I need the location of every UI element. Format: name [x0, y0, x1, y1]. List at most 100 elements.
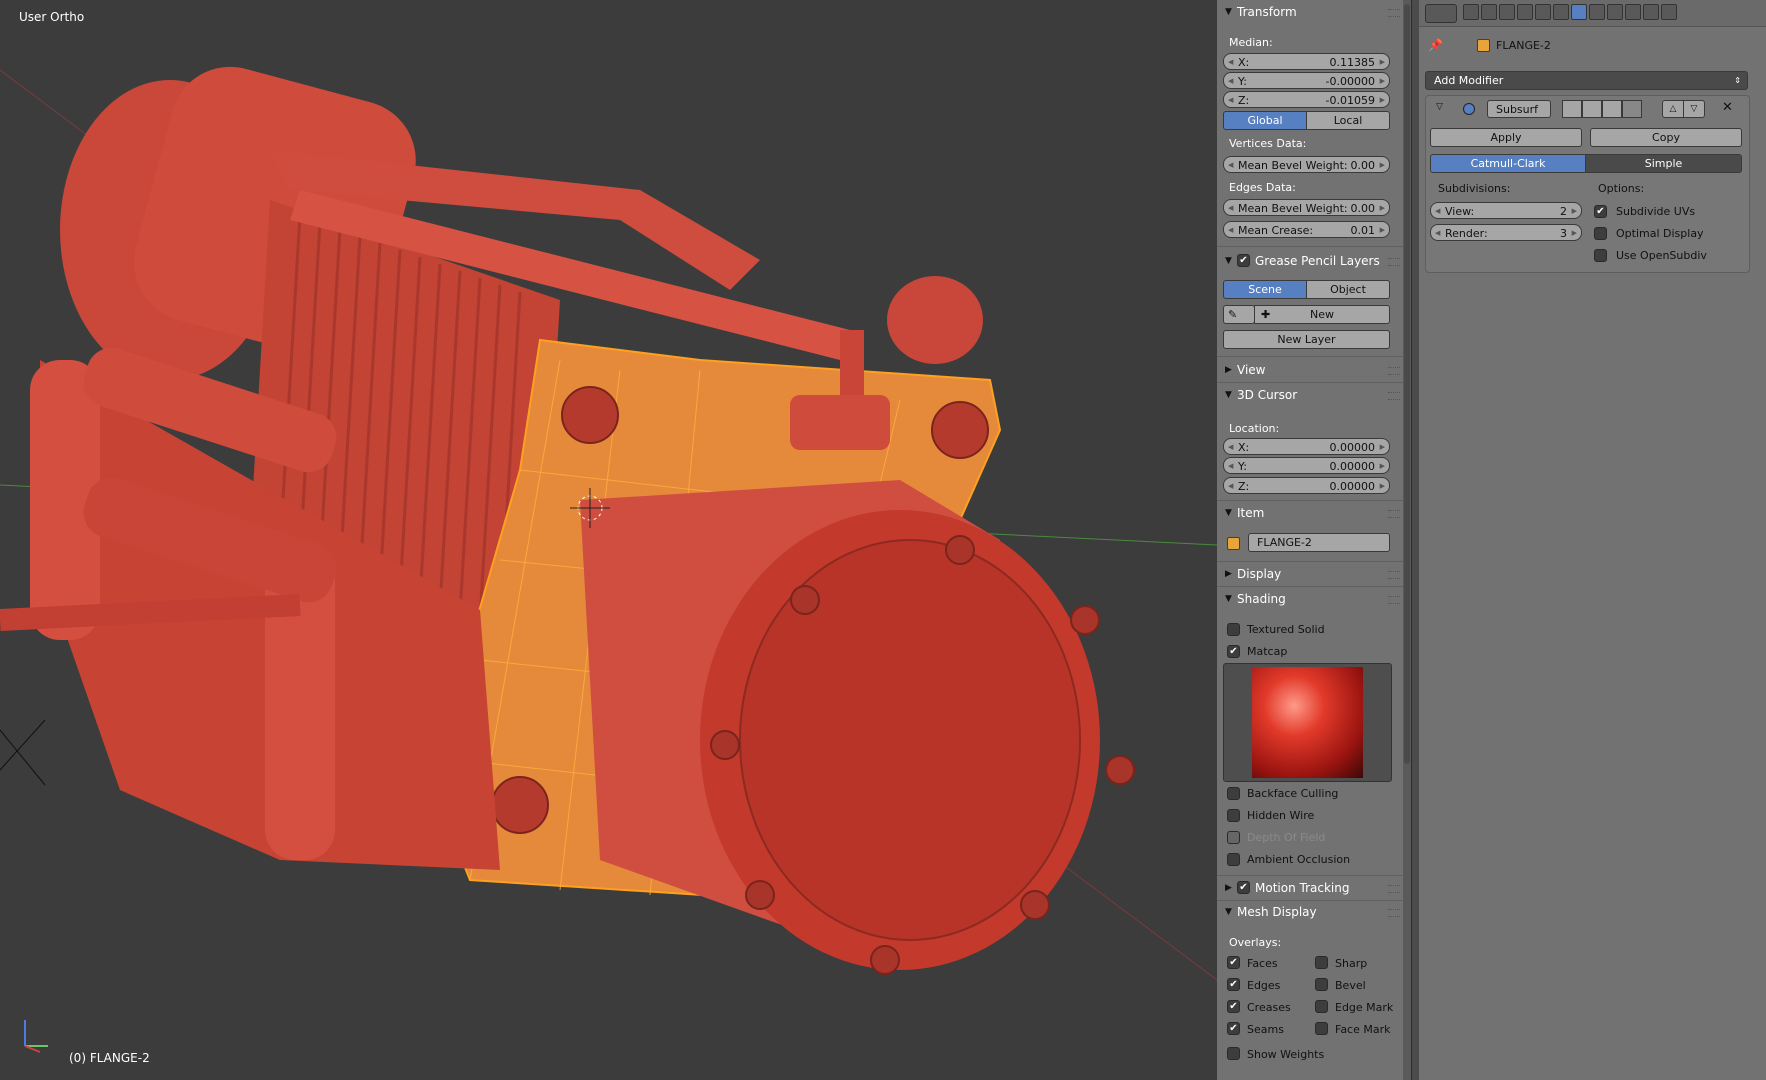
cursor-z-field[interactable]: ◀ Z: 0.00000 ▶ — [1223, 477, 1390, 494]
local-toggle-button[interactable]: Local — [1306, 111, 1390, 130]
decrement-arrow-icon[interactable]: ◀ — [1228, 439, 1233, 456]
global-toggle-button[interactable]: Global — [1223, 111, 1307, 130]
motion-tracking-panel-header[interactable]: ▶ ✔ Motion Tracking — [1217, 877, 1408, 899]
drag-grip-icon[interactable] — [1388, 596, 1400, 604]
new-layer-button[interactable]: New Layer — [1223, 330, 1390, 349]
grease-pencil-enable-checkbox[interactable]: ✔ — [1237, 254, 1250, 267]
increment-arrow-icon[interactable]: ▶ — [1380, 92, 1385, 109]
decrement-arrow-icon[interactable]: ◀ — [1228, 222, 1233, 239]
view-panel-header[interactable]: ▶ View — [1217, 359, 1408, 381]
modifier-name-field[interactable]: Subsurf — [1487, 100, 1551, 118]
pin-icon[interactable]: 📌 — [1428, 38, 1443, 52]
edge-mark-checkbox[interactable] — [1315, 1000, 1328, 1013]
increment-arrow-icon[interactable]: ▶ — [1380, 478, 1385, 495]
cursor-y-field[interactable]: ◀ Y: 0.00000 ▶ — [1223, 457, 1390, 474]
scene-tab-icon[interactable] — [1499, 4, 1515, 20]
median-z-field[interactable]: ◀ Z: -0.01059 ▶ — [1223, 91, 1390, 108]
subdivide-uvs-checkbox[interactable]: ✔ — [1594, 205, 1607, 218]
grease-scene-button[interactable]: Scene — [1223, 280, 1307, 299]
render-tab-icon[interactable] — [1463, 4, 1479, 20]
drag-grip-icon[interactable] — [1388, 367, 1400, 375]
viewport-scene[interactable] — [0, 0, 1217, 1080]
increment-arrow-icon[interactable]: ▶ — [1380, 54, 1385, 71]
drag-grip-icon[interactable] — [1388, 909, 1400, 917]
drag-grip-icon[interactable] — [1388, 392, 1400, 400]
edit-mode-icon[interactable] — [1602, 100, 1622, 118]
3d-cursor-panel-header[interactable]: ▼ 3D Cursor — [1217, 384, 1408, 406]
matcap-preview[interactable] — [1223, 663, 1392, 782]
decrement-arrow-icon[interactable]: ◀ — [1228, 458, 1233, 475]
face-mark-checkbox[interactable] — [1315, 1022, 1328, 1035]
increment-arrow-icon[interactable]: ▶ — [1572, 225, 1577, 242]
decrement-arrow-icon[interactable]: ◀ — [1228, 92, 1233, 109]
copy-button[interactable]: Copy — [1590, 128, 1742, 147]
faces-checkbox[interactable]: ✔ — [1227, 956, 1240, 969]
drag-grip-icon[interactable] — [1388, 885, 1400, 893]
seams-checkbox[interactable]: ✔ — [1227, 1022, 1240, 1035]
properties-scrollbar-thumb[interactable] — [1404, 4, 1410, 764]
render-layers-tab-icon[interactable] — [1481, 4, 1497, 20]
bevel-checkbox[interactable] — [1315, 978, 1328, 991]
increment-arrow-icon[interactable]: ▶ — [1380, 200, 1385, 217]
decrement-arrow-icon[interactable]: ◀ — [1228, 157, 1233, 174]
add-modifier-menu[interactable]: Add Modifier ⇕ — [1425, 71, 1748, 90]
increment-arrow-icon[interactable]: ▶ — [1380, 439, 1385, 456]
motion-tracking-checkbox[interactable]: ✔ — [1237, 881, 1250, 894]
use-opensubdiv-checkbox[interactable] — [1594, 249, 1607, 262]
decrement-arrow-icon[interactable]: ◀ — [1435, 225, 1440, 242]
decrement-arrow-icon[interactable]: ◀ — [1435, 203, 1440, 220]
show-weights-checkbox[interactable] — [1227, 1047, 1240, 1060]
sharp-checkbox[interactable] — [1315, 956, 1328, 969]
render-camera-icon[interactable] — [1562, 100, 1582, 118]
increment-arrow-icon[interactable]: ▶ — [1572, 203, 1577, 220]
particles-tab-icon[interactable] — [1643, 4, 1659, 20]
render-levels-field[interactable]: ◀ Render: 3 ▶ — [1430, 224, 1582, 241]
drag-grip-icon[interactable] — [1388, 571, 1400, 579]
simple-button[interactable]: Simple — [1585, 154, 1742, 173]
catmull-clark-button[interactable]: Catmull-Clark — [1430, 154, 1586, 173]
mesh-display-panel-header[interactable]: ▼ Mesh Display — [1217, 901, 1408, 923]
drag-grip-icon[interactable] — [1388, 258, 1400, 266]
shading-panel-header[interactable]: ▼ Shading — [1217, 588, 1408, 610]
on-cage-icon[interactable] — [1622, 100, 1642, 118]
properties-region[interactable]: ▼ Transform Median: ◀ X: 0.11385 ▶ ◀ Y: -0.00… — [1217, 0, 1408, 1080]
matcap-checkbox[interactable]: ✔ — [1227, 645, 1240, 658]
item-name-field[interactable]: FLANGE-2 — [1248, 533, 1390, 552]
increment-arrow-icon[interactable]: ▶ — [1380, 458, 1385, 475]
grease-object-button[interactable]: Object — [1306, 280, 1390, 299]
decrement-arrow-icon[interactable]: ◀ — [1228, 200, 1233, 217]
world-tab-icon[interactable] — [1517, 4, 1533, 20]
optimal-display-checkbox[interactable] — [1594, 227, 1607, 240]
drag-grip-icon[interactable] — [1388, 510, 1400, 518]
data-tab-icon[interactable] — [1589, 4, 1605, 20]
hidden-wire-checkbox[interactable] — [1227, 809, 1240, 822]
grease-pencil-datablock-icon[interactable]: ✎ — [1223, 305, 1255, 324]
object-tab-icon[interactable] — [1535, 4, 1551, 20]
close-icon[interactable]: ✕ — [1722, 100, 1733, 115]
transform-panel-header[interactable]: ▼ Transform — [1217, 1, 1408, 23]
edge-bevel-weight-field[interactable]: ◀ Mean Bevel Weight: 0.00 ▶ — [1223, 199, 1390, 216]
texture-tab-icon[interactable] — [1625, 4, 1641, 20]
edges-checkbox[interactable]: ✔ — [1227, 978, 1240, 991]
increment-arrow-icon[interactable]: ▶ — [1380, 222, 1385, 239]
apply-button[interactable]: Apply — [1430, 128, 1582, 147]
collapse-arrow-icon[interactable]: ▽ — [1436, 102, 1443, 112]
decrement-arrow-icon[interactable]: ◀ — [1228, 73, 1233, 90]
increment-arrow-icon[interactable]: ▶ — [1380, 157, 1385, 174]
viewport-eye-icon[interactable] — [1582, 100, 1602, 118]
physics-tab-icon[interactable] — [1661, 4, 1677, 20]
move-up-icon[interactable]: △ — [1662, 100, 1684, 118]
view-levels-field[interactable]: ◀ View: 2 ▶ — [1430, 202, 1582, 219]
creases-checkbox[interactable]: ✔ — [1227, 1000, 1240, 1013]
vertex-bevel-weight-field[interactable]: ◀ Mean Bevel Weight: 0.00 ▶ — [1223, 156, 1390, 173]
display-panel-header[interactable]: ▶ Display — [1217, 563, 1408, 585]
grease-pencil-panel-header[interactable]: ▼ ✔ Grease Pencil Layers — [1217, 250, 1408, 272]
backface-culling-checkbox[interactable] — [1227, 787, 1240, 800]
decrement-arrow-icon[interactable]: ◀ — [1228, 54, 1233, 71]
modifiers-tab-icon[interactable] — [1571, 4, 1587, 20]
drag-grip-icon[interactable] — [1388, 9, 1400, 17]
decrement-arrow-icon[interactable]: ◀ — [1228, 478, 1233, 495]
cursor-x-field[interactable]: ◀ X: 0.00000 ▶ — [1223, 438, 1390, 455]
editor-type-menu[interactable] — [1425, 4, 1457, 23]
textured-solid-checkbox[interactable] — [1227, 623, 1240, 636]
